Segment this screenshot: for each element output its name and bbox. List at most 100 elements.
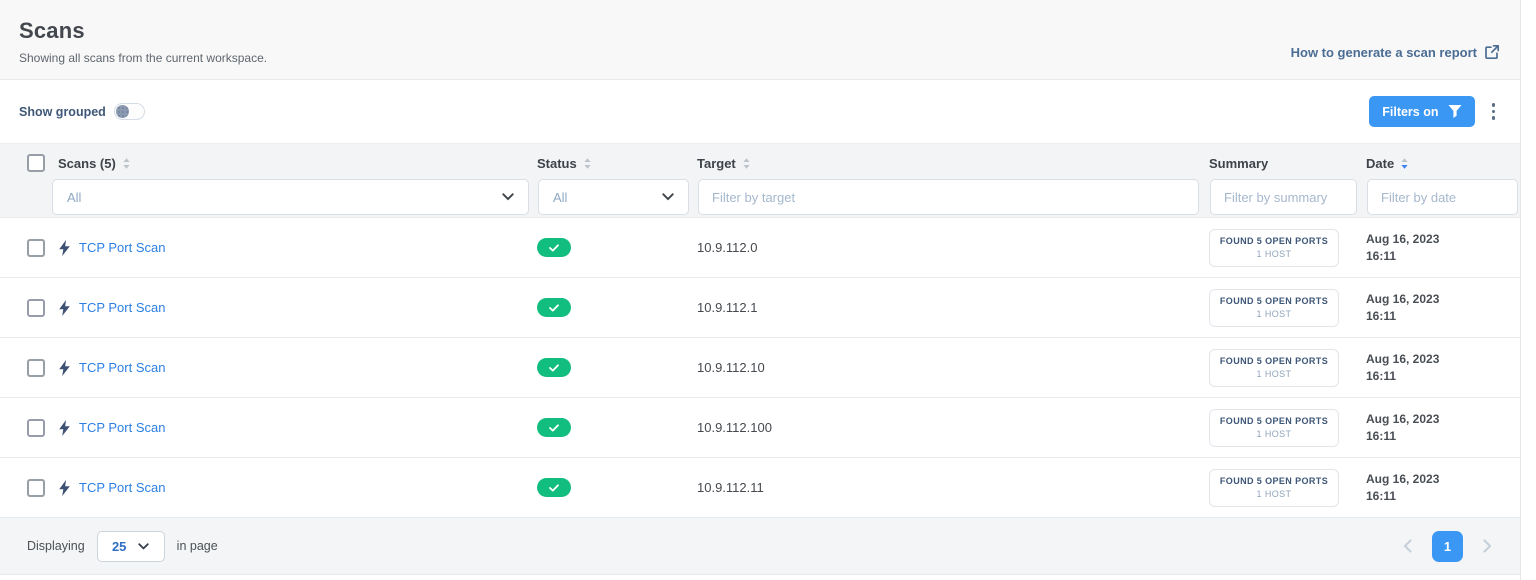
toolbar: Show grouped Filters on	[0, 80, 1520, 143]
lightning-bolt-icon	[58, 360, 71, 376]
row-target-cell: 10.9.112.11	[697, 480, 1209, 495]
time-value: 16:11	[1366, 309, 1439, 323]
summary-secondary-text: 1 HOST	[1257, 429, 1292, 439]
lightning-bolt-icon	[58, 420, 71, 436]
row-target-cell: 10.9.112.1	[697, 300, 1209, 315]
header-checkbox-cell	[27, 154, 58, 172]
summary-primary-text: FOUND 5 OPEN PORTS	[1220, 416, 1328, 426]
summary-badge[interactable]: FOUND 5 OPEN PORTS 1 HOST	[1209, 469, 1339, 507]
header-cell-scans: Scans (5)	[58, 156, 537, 171]
help-link[interactable]: How to generate a scan report	[1291, 44, 1500, 60]
scan-name-link[interactable]: TCP Port Scan	[79, 480, 165, 495]
target-value: 10.9.112.0	[697, 240, 757, 255]
row-checkbox[interactable]	[27, 239, 45, 257]
column-label-status: Status	[537, 156, 577, 171]
row-summary-cell: FOUND 5 OPEN PORTS 1 HOST	[1209, 349, 1366, 387]
row-status-cell	[537, 418, 697, 437]
scan-type-filter-select[interactable]: All	[52, 179, 529, 215]
previous-page-icon[interactable]	[1399, 535, 1416, 557]
external-link-icon	[1484, 44, 1500, 60]
sort-date[interactable]: Date	[1366, 156, 1409, 171]
row-status-cell	[537, 478, 697, 497]
row-checkbox[interactable]	[27, 419, 45, 437]
page-subtitle: Showing all scans from the current works…	[19, 51, 267, 65]
header-cell-status: Status	[537, 156, 697, 171]
sort-icon-scans	[122, 157, 131, 170]
row-target-cell: 10.9.112.0	[697, 240, 1209, 255]
lightning-bolt-icon	[58, 480, 71, 496]
page-title: Scans	[19, 18, 267, 44]
status-success-badge	[537, 358, 571, 377]
date-value: Aug 16, 2023	[1366, 472, 1439, 486]
sort-status[interactable]: Status	[537, 156, 592, 171]
page-number-button[interactable]: 1	[1432, 531, 1463, 562]
row-target-cell: 10.9.112.10	[697, 360, 1209, 375]
table-row: TCP Port Scan 10.9.112.10 FOUND 5 OPEN P…	[0, 338, 1520, 398]
table-row: TCP Port Scan 10.9.112.11 FOUND 5 OPEN P…	[0, 458, 1520, 518]
summary-primary-text: FOUND 5 OPEN PORTS	[1220, 356, 1328, 366]
scan-name-link[interactable]: TCP Port Scan	[79, 360, 165, 375]
more-options-kebab-icon[interactable]	[1487, 99, 1501, 124]
summary-badge[interactable]: FOUND 5 OPEN PORTS 1 HOST	[1209, 349, 1339, 387]
row-date-cell: Aug 16, 2023 16:11	[1366, 412, 1520, 443]
summary-badge[interactable]: FOUND 5 OPEN PORTS 1 HOST	[1209, 229, 1339, 267]
in-page-label: in page	[177, 539, 218, 553]
row-date-cell: Aug 16, 2023 16:11	[1366, 472, 1520, 503]
scan-name-link[interactable]: TCP Port Scan	[79, 420, 165, 435]
status-success-badge	[537, 238, 571, 257]
help-link-label: How to generate a scan report	[1291, 45, 1477, 60]
next-page-icon[interactable]	[1479, 535, 1496, 557]
filters-on-button[interactable]: Filters on	[1369, 96, 1474, 127]
displaying-label: Displaying	[27, 539, 85, 553]
show-grouped-toggle[interactable]	[114, 103, 145, 120]
row-checkbox-cell	[27, 479, 58, 497]
chevron-down-icon	[502, 193, 514, 201]
row-target-cell: 10.9.112.100	[697, 420, 1209, 435]
row-checkbox[interactable]	[27, 299, 45, 317]
summary-filter-input[interactable]	[1210, 179, 1357, 215]
date-value: Aug 16, 2023	[1366, 292, 1439, 306]
table-row: TCP Port Scan 10.9.112.0 FOUND 5 OPEN PO…	[0, 218, 1520, 278]
sort-icon-date	[1400, 157, 1409, 170]
page-size-select[interactable]: 25	[97, 531, 165, 562]
check-icon	[549, 484, 559, 492]
row-checkbox[interactable]	[27, 359, 45, 377]
target-value: 10.9.112.100	[697, 420, 772, 435]
target-filter-input[interactable]	[698, 179, 1199, 215]
status-success-badge	[537, 478, 571, 497]
sort-scans[interactable]: Scans (5)	[58, 156, 131, 171]
date-value: Aug 16, 2023	[1366, 232, 1439, 246]
time-value: 16:11	[1366, 369, 1439, 383]
page-header-text: Scans Showing all scans from the current…	[19, 18, 267, 65]
row-status-cell	[537, 298, 697, 317]
summary-secondary-text: 1 HOST	[1257, 369, 1292, 379]
row-status-cell	[537, 238, 697, 257]
row-date-cell: Aug 16, 2023 16:11	[1366, 232, 1520, 263]
sort-target[interactable]: Target	[697, 156, 751, 171]
select-all-checkbox[interactable]	[27, 154, 45, 172]
status-filter-select[interactable]: All	[538, 179, 689, 215]
chevron-down-icon	[138, 543, 149, 550]
row-summary-cell: FOUND 5 OPEN PORTS 1 HOST	[1209, 469, 1366, 507]
header-cell-date: Date	[1366, 156, 1520, 171]
time-value: 16:11	[1366, 489, 1439, 503]
toggle-knob	[116, 105, 129, 118]
summary-badge[interactable]: FOUND 5 OPEN PORTS 1 HOST	[1209, 409, 1339, 447]
summary-badge[interactable]: FOUND 5 OPEN PORTS 1 HOST	[1209, 289, 1339, 327]
check-icon	[549, 244, 559, 252]
row-checkbox-cell	[27, 239, 58, 257]
filters-button-label: Filters on	[1382, 105, 1438, 119]
row-checkbox[interactable]	[27, 479, 45, 497]
sort-icon-status	[583, 157, 592, 170]
row-name-cell: TCP Port Scan	[58, 420, 537, 436]
summary-secondary-text: 1 HOST	[1257, 249, 1292, 259]
lightning-bolt-icon	[58, 240, 71, 256]
target-value: 10.9.112.1	[697, 300, 757, 315]
table-filter-row: All All	[0, 176, 1520, 215]
scan-name-link[interactable]: TCP Port Scan	[79, 300, 165, 315]
lightning-bolt-icon	[58, 300, 71, 316]
scan-name-link[interactable]: TCP Port Scan	[79, 240, 165, 255]
summary-primary-text: FOUND 5 OPEN PORTS	[1220, 236, 1328, 246]
summary-secondary-text: 1 HOST	[1257, 489, 1292, 499]
date-filter-input[interactable]	[1367, 179, 1518, 215]
